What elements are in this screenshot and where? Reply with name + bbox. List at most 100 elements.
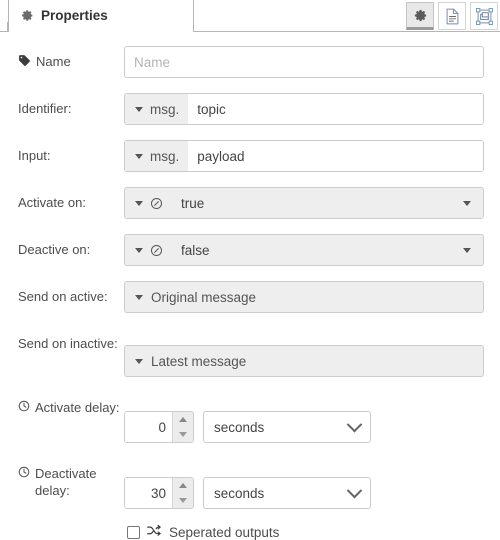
chevron-down-icon [135, 153, 143, 159]
activate-delay-unit-value: seconds [214, 419, 265, 435]
send-on-active-field[interactable]: Original message [124, 281, 484, 313]
boolean-icon [150, 197, 163, 209]
chevron-down-icon [346, 416, 363, 432]
activate-on-value[interactable]: true [172, 188, 463, 218]
deactivate-delay-label: Deactivate delay: [18, 458, 124, 499]
send-on-inactive-select[interactable]: Latest message [125, 346, 483, 376]
deactive-on-control: false [124, 234, 484, 266]
activate-delay-control: seconds [124, 392, 484, 443]
clock-icon [18, 466, 30, 478]
deactivate-delay-unit-value: seconds [214, 485, 265, 501]
activate-on-control: true [124, 187, 484, 219]
input-type-selector[interactable]: msg. [125, 141, 189, 171]
description-button[interactable] [438, 2, 466, 30]
identifier-type-label: msg. [150, 101, 180, 117]
appearance-icon [475, 7, 493, 25]
deactive-on-type-selector[interactable] [125, 235, 172, 265]
boolean-icon [150, 244, 163, 256]
activate-delay-stepper[interactable] [124, 411, 194, 443]
send-on-inactive-value: Latest message [151, 353, 247, 369]
activate-on-type-selector[interactable] [125, 188, 172, 218]
send-on-inactive-label-text: Send on inactive: [18, 336, 118, 351]
form-row-input: Input: msg. payload [18, 140, 484, 172]
activate-on-label: Activate on: [18, 187, 124, 211]
name-field[interactable] [124, 46, 484, 78]
triangle-up-icon [179, 483, 187, 488]
activate-delay-group: seconds [124, 409, 484, 443]
appearance-button[interactable] [470, 2, 498, 30]
activate-delay-input[interactable] [125, 412, 172, 442]
tab-properties-label: Properties [41, 8, 108, 23]
activate-delay-label-text: Activate delay: [35, 400, 120, 415]
chevron-down-icon[interactable] [463, 247, 471, 253]
tab-strip: Properties [0, 0, 500, 32]
deactive-on-field[interactable]: false [124, 234, 484, 266]
chevron-down-icon [135, 294, 143, 300]
activate-on-field[interactable]: true [124, 187, 484, 219]
form-row-send-on-inactive: Send on inactive: Latest message [18, 328, 484, 377]
chevron-down-icon [135, 200, 143, 206]
activate-delay-increment[interactable] [173, 412, 193, 427]
form-row-deactivate-delay: Deactivate delay: seconds [18, 458, 484, 509]
tab-strip-left-edge [0, 22, 8, 32]
deactive-on-value[interactable]: false [172, 235, 463, 265]
triangle-up-icon [179, 417, 187, 422]
deactivate-delay-label-text: Deactivate delay: [35, 466, 97, 498]
deactivate-delay-group: seconds [124, 475, 484, 509]
triangle-down-icon [179, 498, 187, 503]
send-on-active-label-text: Send on active: [18, 289, 108, 304]
separated-outputs-label: Seperated outputs [169, 524, 280, 540]
separated-outputs-checkbox[interactable] [127, 525, 140, 539]
identifier-field[interactable]: msg. topic [124, 93, 484, 125]
shuffle-icon [147, 524, 162, 540]
tab-action-buttons [406, 2, 498, 30]
send-on-active-label: Send on active: [18, 281, 124, 305]
activate-on-label-text: Activate on: [18, 195, 86, 210]
tab-properties[interactable]: Properties [8, 0, 194, 32]
triangle-down-icon [179, 432, 187, 437]
input-control: msg. payload [124, 140, 484, 172]
deactivate-delay-input[interactable] [125, 478, 172, 508]
identifier-type-selector[interactable]: msg. [125, 94, 189, 124]
activate-delay-decrement[interactable] [173, 427, 193, 442]
identifier-label-text: Identifier: [18, 101, 72, 116]
chevron-down-icon [135, 358, 143, 364]
name-label: Name [18, 46, 124, 70]
chevron-down-icon[interactable] [463, 200, 471, 206]
deactivate-delay-increment[interactable] [173, 478, 193, 493]
identifier-value[interactable]: topic [188, 94, 483, 124]
chevron-down-icon [135, 247, 143, 253]
send-on-active-value: Original message [151, 289, 257, 305]
activate-delay-spin-buttons [172, 412, 193, 442]
tag-icon [18, 54, 31, 67]
input-value[interactable]: payload [188, 141, 483, 171]
form-row-deactive-on: Deactive on: false [18, 234, 484, 266]
form-row-activate-delay: Activate delay: seconds [18, 392, 484, 443]
gear-icon [414, 9, 426, 21]
send-on-active-select[interactable]: Original message [125, 282, 483, 312]
send-on-inactive-control: Latest message [124, 328, 484, 377]
send-on-active-control: Original message [124, 281, 484, 313]
chevron-down-icon [346, 482, 363, 498]
name-label-text: Name [36, 54, 71, 69]
gear-icon [21, 9, 34, 22]
name-input[interactable] [125, 47, 483, 77]
activate-delay-unit-select[interactable]: seconds [203, 411, 371, 443]
separated-outputs-row[interactable]: Seperated outputs [124, 524, 484, 540]
properties-button[interactable] [406, 2, 434, 30]
deactive-on-label: Deactive on: [18, 234, 124, 258]
form-row-name: Name [18, 46, 484, 78]
deactivate-delay-unit-select[interactable]: seconds [203, 477, 371, 509]
input-field[interactable]: msg. payload [124, 140, 484, 172]
deactivate-delay-stepper[interactable] [124, 477, 194, 509]
send-on-inactive-field[interactable]: Latest message [124, 345, 484, 377]
input-label-text: Input: [18, 148, 51, 163]
form-row-activate-on: Activate on: true [18, 187, 484, 219]
input-label: Input: [18, 140, 124, 164]
deactivate-delay-decrement[interactable] [173, 493, 193, 508]
send-on-inactive-label: Send on inactive: [18, 328, 124, 352]
deactive-on-label-text: Deactive on: [18, 242, 91, 257]
clock-icon [18, 400, 30, 412]
activate-delay-label: Activate delay: [18, 392, 124, 416]
form-row-send-on-active: Send on active: Original message [18, 281, 484, 313]
